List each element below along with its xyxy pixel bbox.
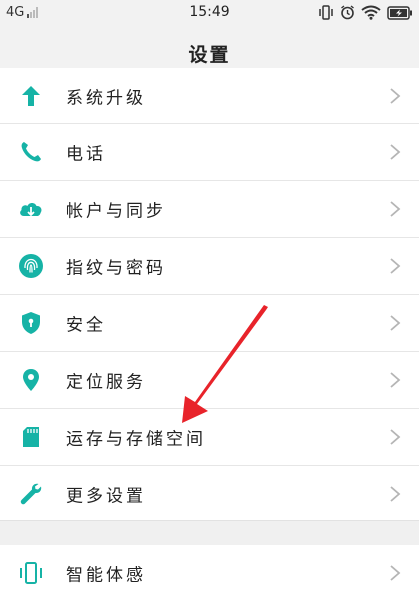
settings-list-secondary: 智能体感 bbox=[0, 545, 419, 594]
status-bar: 4G 15:49 bbox=[0, 0, 419, 26]
settings-item-system-update[interactable]: 系统升级 bbox=[0, 68, 419, 124]
settings-item-smart-motion[interactable]: 智能体感 bbox=[0, 545, 419, 594]
phone-icon bbox=[21, 142, 41, 162]
chevron-right-icon bbox=[390, 315, 401, 331]
settings-item-security[interactable]: 安全 bbox=[0, 295, 419, 352]
motion-sense-icon bbox=[20, 562, 42, 584]
settings-item-label: 定位服务 bbox=[66, 372, 146, 393]
chevron-right-icon bbox=[390, 87, 401, 104]
status-icons bbox=[318, 4, 413, 21]
settings-item-label: 电话 bbox=[66, 144, 106, 165]
chevron-right-icon bbox=[390, 201, 401, 217]
chevron-right-icon bbox=[390, 565, 401, 581]
vibrate-icon bbox=[319, 5, 333, 20]
fingerprint-icon bbox=[19, 254, 43, 278]
settings-item-phone[interactable]: 电话 bbox=[0, 124, 419, 181]
settings-item-accounts-sync[interactable]: 帐户与同步 bbox=[0, 181, 419, 238]
sd-card-icon bbox=[23, 427, 39, 447]
settings-item-more-settings[interactable]: 更多设置 bbox=[0, 466, 419, 523]
alarm-icon bbox=[341, 5, 354, 20]
settings-list: 系统升级 电话 帐户与同步 指纹与密码 安全 定位服务 运存与存储空间 更多设置 bbox=[0, 68, 419, 523]
wifi-icon bbox=[361, 5, 381, 20]
location-pin-icon bbox=[23, 369, 39, 391]
settings-item-label: 指纹与密码 bbox=[66, 258, 166, 279]
wrench-icon bbox=[20, 483, 42, 505]
settings-item-label: 帐户与同步 bbox=[66, 201, 166, 222]
settings-item-label: 系统升级 bbox=[66, 88, 146, 108]
settings-item-label: 安全 bbox=[66, 315, 106, 336]
battery-charging-icon bbox=[387, 5, 412, 20]
settings-item-fingerprint-password[interactable]: 指纹与密码 bbox=[0, 238, 419, 295]
cloud-sync-icon bbox=[20, 203, 42, 217]
arrow-up-icon bbox=[22, 85, 40, 106]
settings-item-label: 运存与存储空间 bbox=[66, 429, 206, 450]
chevron-right-icon bbox=[390, 258, 401, 274]
settings-item-ram-storage[interactable]: 运存与存储空间 bbox=[0, 409, 419, 466]
settings-screen: 4G 15:49 设置 系统升级 电话 帐户与同步 指纹与密码 安全 定位服务 … bbox=[0, 0, 419, 594]
chevron-right-icon bbox=[390, 429, 401, 445]
shield-icon bbox=[22, 312, 40, 334]
chevron-right-icon bbox=[390, 486, 401, 502]
settings-item-label: 更多设置 bbox=[66, 486, 146, 507]
chevron-right-icon bbox=[390, 372, 401, 388]
settings-item-location[interactable]: 定位服务 bbox=[0, 352, 419, 409]
settings-item-label: 智能体感 bbox=[66, 565, 146, 586]
page-title: 设置 bbox=[188, 44, 231, 66]
chevron-right-icon bbox=[390, 144, 401, 160]
